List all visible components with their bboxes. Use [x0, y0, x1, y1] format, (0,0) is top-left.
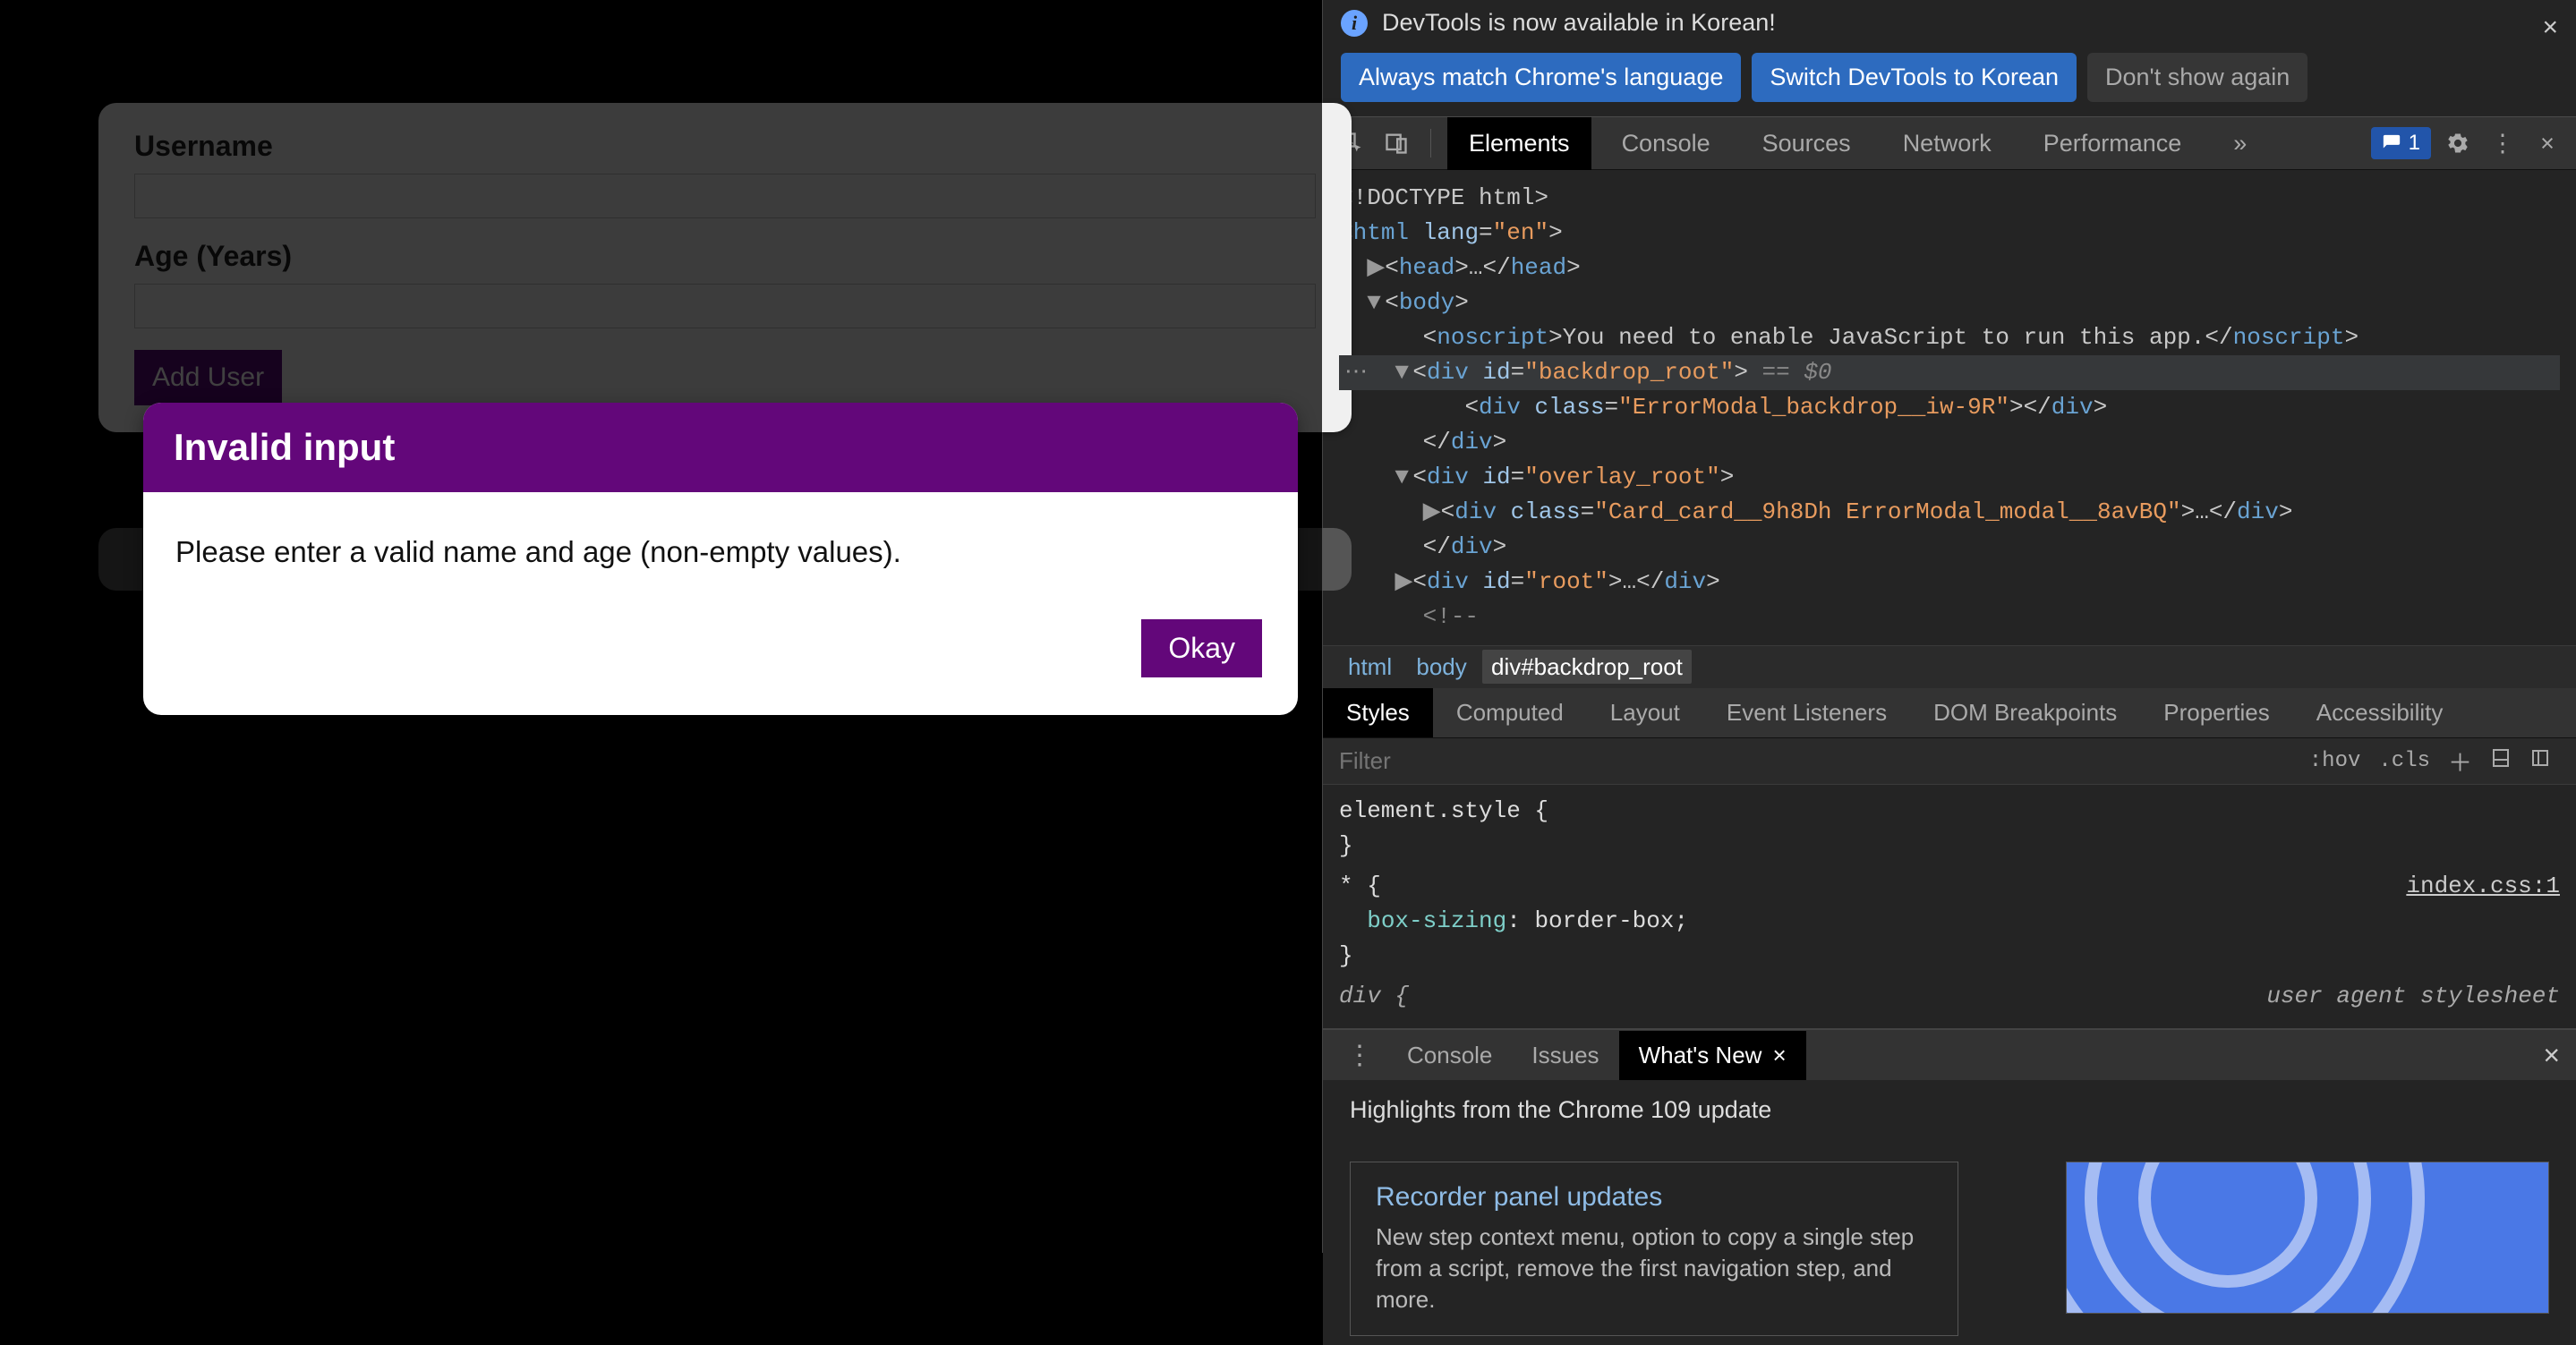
infobar-message: DevTools is now available in Korean! [1382, 9, 1776, 37]
okay-button[interactable]: Okay [1141, 619, 1262, 677]
device-toolbar-icon[interactable] [1378, 125, 1414, 161]
issues-count: 1 [2409, 131, 2420, 156]
info-icon: i [1341, 10, 1368, 37]
subtab-dom-breakpoints[interactable]: DOM Breakpoints [1910, 688, 2140, 737]
styles-filter-bar: :hov .cls ＋ [1323, 738, 2576, 785]
plus-icon[interactable]: ＋ [2439, 744, 2481, 779]
infobar-close-button[interactable]: × [2542, 13, 2558, 43]
whatsnew-card-desc: New step context menu, option to copy a … [1376, 1222, 1932, 1315]
error-modal: Invalid input Please enter a valid name … [143, 403, 1298, 715]
styles-subtabs: Styles Computed Layout Event Listeners D… [1323, 688, 2576, 738]
crumb-selected[interactable]: div#backdrop_root [1482, 650, 1692, 684]
modal-footer: Okay [143, 594, 1298, 715]
dom-selected-node[interactable]: ⋯ ▼<div id="backdrop_root"> == $0 [1339, 355, 2560, 390]
hov-toggle[interactable]: :hov [2300, 749, 2370, 773]
dom-doctype: <!DOCTYPE html> [1339, 184, 1548, 211]
divider [1430, 129, 1431, 157]
drawer-close-button[interactable]: × [2543, 1039, 2560, 1072]
whatsnew-card[interactable]: Recorder panel updates New step context … [1350, 1162, 1958, 1336]
tab-console[interactable]: Console [1600, 117, 1732, 170]
tab-elements[interactable]: Elements [1447, 117, 1591, 170]
dom-tree[interactable]: <!DOCTYPE html> <html lang="en"> ▶<head>… [1323, 170, 2576, 645]
subtab-layout[interactable]: Layout [1587, 688, 1703, 737]
tab-performance[interactable]: Performance [2022, 117, 2204, 170]
drawer-menu-icon[interactable]: ⋮ [1332, 1040, 1387, 1071]
modal-message: Please enter a valid name and age (non-e… [143, 492, 1298, 594]
tab-network[interactable]: Network [1881, 117, 2013, 170]
subtab-accessibility[interactable]: Accessibility [2293, 688, 2467, 737]
drawer-tab-whatsnew[interactable]: What's New × [1619, 1031, 1806, 1080]
subtab-event-listeners[interactable]: Event Listeners [1703, 688, 1910, 737]
subtab-properties[interactable]: Properties [2140, 688, 2293, 737]
tab-sources[interactable]: Sources [1741, 117, 1872, 170]
user-agent-label: user agent stylesheet [2266, 979, 2560, 1014]
rule-element-style: element.style { [1339, 794, 2560, 829]
tab-more[interactable]: » [2212, 117, 2268, 170]
whatsnew-card-title: Recorder panel updates [1376, 1182, 1932, 1213]
computed-sidebar-icon[interactable] [2481, 747, 2521, 775]
styles-pane[interactable]: element.style { } * {index.css:1 box-siz… [1323, 785, 2576, 1028]
drawer-tab-console[interactable]: Console [1387, 1031, 1512, 1080]
whatsnew-heading: Highlights from the Chrome 109 update [1323, 1080, 2576, 1140]
subtab-styles[interactable]: Styles [1323, 688, 1433, 737]
crumb-html[interactable]: html [1339, 650, 1401, 684]
crumb-body[interactable]: body [1407, 650, 1475, 684]
issues-badge[interactable]: 1 [2371, 127, 2431, 159]
drawer: ⋮ Console Issues What's New × × Highligh… [1323, 1028, 2576, 1345]
gear-icon[interactable] [2440, 125, 2476, 161]
language-infobar: i DevTools is now available in Korean! × [1323, 0, 2576, 46]
devtools-tabbar: Elements Console Sources Network Perform… [1323, 116, 2576, 170]
infobar-buttons: Always match Chrome's language Switch De… [1323, 46, 2576, 116]
drawer-tabbar: ⋮ Console Issues What's New × × [1323, 1030, 2576, 1080]
breadcrumb: html body div#backdrop_root [1323, 645, 2576, 688]
subtab-computed[interactable]: Computed [1433, 688, 1587, 737]
modal-title: Invalid input [143, 403, 1298, 492]
whatsnew-cards: Recorder panel updates New step context … [1323, 1140, 2576, 1345]
close-tab-icon[interactable]: × [1772, 1042, 1786, 1069]
drawer-tab-issues[interactable]: Issues [1512, 1031, 1618, 1080]
dont-show-again-button[interactable]: Don't show again [2087, 53, 2307, 102]
switch-language-button[interactable]: Switch DevTools to Korean [1752, 53, 2077, 102]
source-link[interactable]: index.css:1 [2406, 869, 2560, 904]
always-match-language-button[interactable]: Always match Chrome's language [1341, 53, 1741, 102]
styles-filter-input[interactable] [1339, 747, 2300, 775]
app-viewport: Username Age (Years) Add User Invalid in… [0, 0, 1322, 1253]
kebab-menu-icon[interactable]: ⋮ [2485, 125, 2521, 161]
devtools-panel: i DevTools is now available in Korean! ×… [1322, 0, 2576, 1253]
expand-icon[interactable] [2521, 747, 2560, 775]
cls-toggle[interactable]: .cls [2369, 749, 2439, 773]
close-icon[interactable]: × [2529, 125, 2565, 161]
chrome-graphic [2066, 1162, 2549, 1314]
